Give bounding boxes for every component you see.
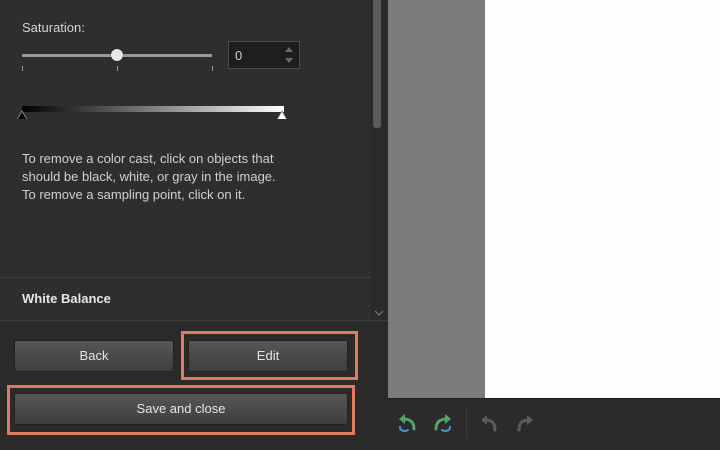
scroll-down-chevron-icon[interactable]	[374, 309, 384, 320]
section-divider	[0, 277, 371, 278]
side-panel: Saturation: 0 To remove a color cast, cl…	[0, 0, 388, 450]
spin-up-icon[interactable]	[285, 47, 293, 52]
levels-gradient-bar	[22, 106, 284, 112]
color-cast-help-text: To remove a color cast, click on objects…	[22, 151, 276, 202]
vertical-scrollbar-thumb[interactable]	[373, 0, 381, 128]
save-close-highlight-frame	[7, 385, 355, 435]
undo-all-icon[interactable]	[396, 412, 418, 434]
saturation-input[interactable]: 0	[228, 41, 300, 69]
white-balance-section-title[interactable]: White Balance	[22, 291, 111, 306]
slider-tick	[212, 66, 213, 71]
image-canvas[interactable]	[485, 0, 720, 398]
black-point-marker-icon[interactable]	[18, 112, 26, 119]
spin-down-icon[interactable]	[285, 58, 293, 63]
slider-tick	[117, 66, 118, 71]
redo-all-icon[interactable]	[432, 412, 454, 434]
adjustments-scroll-area: Saturation: 0 To remove a color cast, cl…	[0, 0, 371, 320]
back-button[interactable]: Back	[14, 340, 174, 372]
undo-icon[interactable]	[478, 412, 500, 434]
edit-highlight-frame	[181, 331, 358, 380]
saturation-label: Saturation:	[22, 20, 85, 35]
saturation-value: 0	[235, 48, 243, 63]
toolbar-separator	[466, 408, 467, 438]
white-point-marker-icon[interactable]	[278, 112, 286, 119]
redo-icon[interactable]	[514, 412, 536, 434]
slider-tick	[22, 66, 23, 71]
saturation-slider-thumb[interactable]	[111, 49, 123, 61]
canvas-gutter	[388, 0, 485, 398]
